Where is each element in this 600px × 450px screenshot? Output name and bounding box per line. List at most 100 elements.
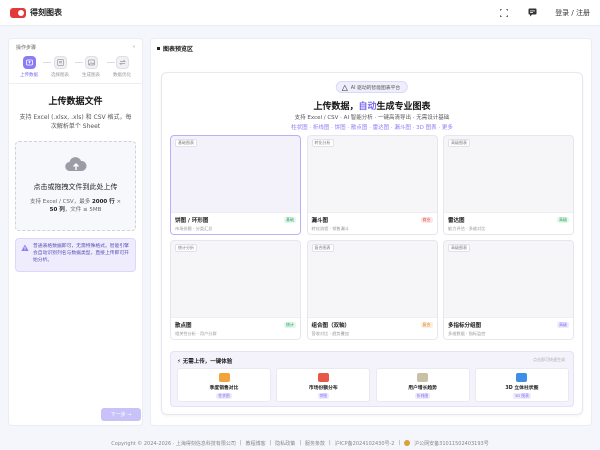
footer-link-blog[interactable]: 教程博客 [246, 440, 266, 447]
chart-template-tile[interactable]: 复合图表 组合图（双轴） 营收对比 · 趋势叠加 复合 [306, 240, 438, 340]
chart-select-icon [53, 56, 67, 69]
ai-icon [341, 84, 348, 91]
tile-name: 散点图 [175, 323, 192, 329]
tile-info: 散点图相关性分析 · 用户分群 统计 [171, 317, 300, 339]
hero-subtitle: 支持 Excel / CSV · AI 智能分析 · 一键高清导出 · 无需设计… [294, 115, 450, 121]
upload-description: 支持 Excel (.xlsx, .xls) 和 CSV 格式，每次解析单个 S… [19, 114, 132, 130]
chart-types-list: 柱状图 · 折线图 · 饼图 · 散点图 · 雷达图 · 漏斗图 · 3D 图表… [291, 125, 453, 131]
tile-name: 雷达图 [448, 218, 465, 224]
tile-level-badge: 统计 [284, 322, 296, 328]
quick-demo-hint: 点击即可快速生成 [533, 357, 565, 362]
demo-chart-type-tag: 饼图 [317, 393, 330, 399]
quick-demo-card[interactable]: 用户增长趋势 折线图 [375, 368, 470, 402]
message-icon[interactable] [527, 8, 537, 18]
ai-badge-text: AI 驱动的智能图表平台 [350, 85, 401, 91]
cloud-upload-icon [64, 156, 87, 174]
tile-description: 多维数据 · 指标监控 [448, 331, 486, 336]
login-register-link[interactable]: 登录 / 注册 [555, 8, 590, 18]
quick-demo-card[interactable]: 市场份额分布 饼图 [276, 368, 371, 402]
demo-chart-type-tag: 折线图 [414, 393, 431, 399]
step-connector [75, 62, 83, 63]
footer-link-terms[interactable]: 服务条款 [305, 440, 325, 447]
quick-demo-list: 季度销售对比 柱状图 市场份额分布 饼图 用户增长趋势 折线图 3D 立体柱状图 3D 图表 [177, 368, 569, 402]
tile-description: 转化流程 · 销售漏斗 [311, 226, 350, 231]
tile-level-badge: 基础 [284, 217, 296, 223]
intro-card: AI 驱动的智能图表平台 上传数据，自动生成专业图表 支持 Excel / CS… [161, 72, 583, 415]
tile-name: 多指标分组图 [448, 323, 482, 329]
tile-name: 饼图 / 环形图 [175, 218, 209, 224]
icp-number[interactable]: 沪ICP备2024102430号-2 [335, 440, 395, 447]
tile-category-tag: 转化分析 [311, 139, 334, 147]
drop-size: ，文件 ≤ 5MB [64, 207, 102, 213]
preview-panel: 图表预览区 AI 驱动的智能图表平台 上传数据，自动生成专业图表 支持 Exce… [150, 38, 592, 426]
step-select-chart[interactable]: 选择图表 [48, 56, 72, 78]
quick-demo-card[interactable]: 3D 立体柱状图 3D 图表 [474, 368, 569, 402]
tile-info: 漏斗图 转化流程 · 销售漏斗 商业 [307, 212, 437, 234]
swap-icon [115, 56, 129, 69]
step-upload[interactable]: 上传数据 [17, 56, 41, 78]
demo-chart-type-tag: 3D 图表 [512, 393, 531, 399]
footer-link-privacy[interactable]: 隐私政策 [275, 440, 295, 447]
tile-category-tag: 复合图表 [311, 244, 334, 252]
tile-level-badge: 高级 [557, 217, 569, 223]
demo-name: 市场份额分布 [308, 386, 338, 391]
quick-demo-title: ⚡ 无需上传，一键体验 [177, 359, 233, 365]
demo-name: 季度销售对比 [209, 386, 239, 391]
tip-box: 普通表格数据即可，无需特殊格式。智能引擎会自动识别列名与数据类型，直接上传即可开… [15, 238, 136, 272]
quick-demo-card[interactable]: 季度销售对比 柱状图 [177, 368, 271, 402]
tile-category-tag: 统计分析 [175, 244, 197, 252]
tile-level-badge: 复合 [420, 322, 433, 328]
step-connector [107, 62, 115, 63]
file-drop-zone[interactable]: 点击或拖拽文件到此处上传 支持 Excel / CSV，最多 2000 行 × … [15, 141, 136, 231]
step-label: 数据优化 [113, 73, 131, 78]
step-optimize[interactable]: 数据优化 [110, 56, 134, 78]
police-badge-icon [404, 440, 411, 446]
demo-chart-icon [417, 373, 429, 382]
step-indicator: 上传数据 选择图表 生成图表 数据优化 [9, 51, 142, 78]
tip-text: 普通表格数据即可，无需特殊格式。智能引擎会自动识别列名与数据类型，直接上传即可开… [33, 244, 129, 263]
chart-template-tile[interactable]: 统计分析散点图相关性分析 · 用户分群 统计 [170, 240, 301, 340]
drop-times: × [116, 199, 122, 205]
chart-template-tile[interactable]: 高级图表多指标分组图 多维数据 · 指标监控 高级 [443, 240, 574, 340]
tile-category-tag: 基础图表 [175, 139, 197, 147]
drop-cols: 50 列 [49, 207, 65, 213]
upload-step-icon [22, 56, 36, 69]
tile-description: 能力评估 · 多维对比 [448, 226, 486, 231]
drop-rows: 2000 行 [91, 199, 115, 205]
footer: Copyright © 2024-2026 · 上海得刻信息科技有限公司 | 教程… [111, 440, 489, 447]
bullet-icon [157, 47, 160, 50]
chart-template-tile[interactable]: 高级图表雷达图能力评估 · 多维对比 高级 [443, 135, 574, 235]
demo-chart-icon [516, 373, 528, 382]
demo-chart-icon [317, 373, 329, 382]
brand-name: 得刻图表 [30, 8, 62, 17]
tile-category-tag: 高级图表 [448, 139, 470, 147]
fullscreen-icon[interactable] [499, 8, 509, 18]
steps-title: 操作步骤 [16, 45, 37, 51]
tile-info: 多指标分组图 多维数据 · 指标监控 高级 [444, 317, 573, 339]
step-generate-chart[interactable]: 生成图表 [79, 56, 103, 78]
brand-logo[interactable]: 得刻图表 [10, 7, 62, 18]
step-label: 选择图表 [51, 73, 69, 78]
tile-description: 相关性分析 · 用户分群 [175, 331, 217, 336]
step-connector [43, 62, 51, 63]
drop-desc-prefix: 支持 Excel / CSV，最多 [29, 199, 91, 205]
collapse-icon[interactable]: ‹ [133, 44, 135, 51]
next-step-button[interactable]: 下一步 → [101, 408, 141, 421]
police-number[interactable]: 沪公网安备31011502403193号 [414, 440, 489, 447]
brand-logo-icon [10, 7, 26, 18]
demo-chart-type-tag: 柱状图 [216, 393, 232, 399]
chart-template-tile[interactable]: 基础图表 饼图 / 环形图 市场份额 · 分类汇总 基础 [170, 135, 301, 235]
demo-name: 用户增长趋势 [408, 386, 437, 391]
tile-level-badge: 高级 [557, 322, 569, 328]
top-bar: 得刻图表 登录 / 注册 [0, 0, 600, 26]
tile-level-badge: 商业 [420, 217, 433, 223]
chart-template-tile[interactable]: 转化分析 漏斗图 转化流程 · 销售漏斗 商业 [306, 135, 438, 235]
tile-category-tag: 高级图表 [448, 244, 470, 252]
quick-demo-section: ⚡ 无需上传，一键体验 点击即可快速生成 季度销售对比 柱状图 市场份额分布 饼图 用户… [170, 351, 574, 407]
step-label: 生成图表 [82, 73, 100, 78]
drop-zone-title: 点击或拖拽文件到此处上传 [33, 183, 118, 191]
demo-chart-icon [218, 373, 230, 382]
upload-title: 上传数据文件 [48, 97, 103, 107]
left-panel: 操作步骤 ‹ 上传数据 选择图表 生成图表 数据优化 上传数据文件 支持 Exc… [8, 38, 143, 426]
tile-description: 营收对比 · 趋势叠加 [311, 331, 350, 336]
